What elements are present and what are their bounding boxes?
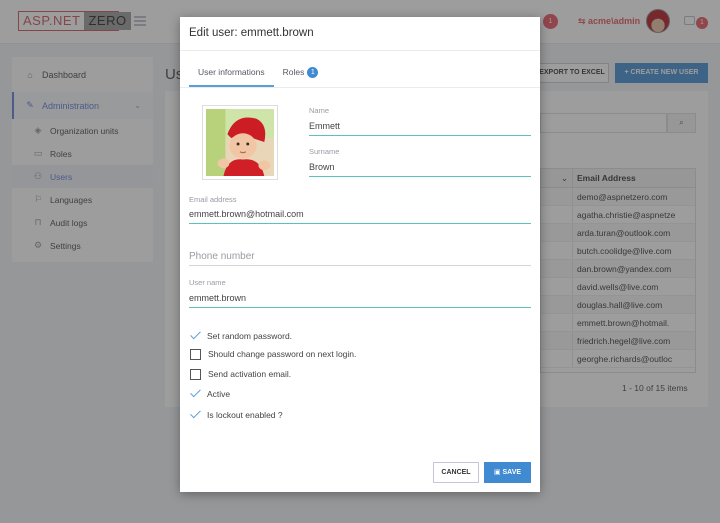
email-label: Email address bbox=[189, 195, 237, 204]
tab-user-informations[interactable]: User informations bbox=[189, 62, 274, 87]
save-label: SAVE bbox=[502, 469, 522, 476]
checkbox-label: Send activation email. bbox=[208, 369, 292, 379]
active-checkbox[interactable]: Active bbox=[189, 387, 230, 401]
checkbox-label: Should change password on next login. bbox=[208, 349, 357, 359]
tab-label: Roles bbox=[282, 67, 305, 77]
profile-picture[interactable] bbox=[202, 105, 278, 180]
set-random-password-checkbox[interactable]: Set random password. bbox=[189, 329, 292, 343]
cancel-button[interactable]: CANCEL bbox=[433, 462, 479, 483]
modal-tabs: User informations Roles 1 bbox=[189, 62, 327, 87]
checkmark-icon bbox=[189, 409, 203, 421]
checkmark-icon bbox=[189, 330, 203, 342]
username-field[interactable]: emmett.brown bbox=[189, 293, 531, 308]
phone-number-field[interactable]: Phone number bbox=[189, 251, 531, 266]
checkbox-label: Active bbox=[207, 389, 231, 399]
tab-roles[interactable]: Roles 1 bbox=[274, 62, 328, 87]
name-label: Name bbox=[309, 106, 330, 115]
checkbox-box bbox=[190, 368, 201, 380]
profile-photo-image bbox=[206, 109, 274, 176]
save-button[interactable]: ▣ SAVE bbox=[484, 462, 531, 483]
tabs-divider bbox=[180, 87, 540, 88]
surname-field[interactable]: Brown bbox=[309, 162, 531, 177]
roles-count-badge: 1 bbox=[307, 67, 319, 79]
username-label: User name bbox=[189, 278, 226, 287]
send-activation-email-checkbox[interactable]: Send activation email. bbox=[189, 367, 291, 381]
email-field[interactable]: emmett.brown@hotmail.com bbox=[189, 209, 531, 224]
checkmark-icon bbox=[189, 388, 203, 400]
tab-label: User informations bbox=[198, 67, 265, 77]
checkbox-box bbox=[190, 348, 201, 360]
name-field[interactable]: Emmett bbox=[309, 121, 531, 136]
lockout-enabled-checkbox[interactable]: Is lockout enabled ? bbox=[189, 408, 283, 422]
surname-label: Surname bbox=[309, 147, 340, 156]
modal-title: Edit user: emmett.brown bbox=[180, 17, 540, 51]
checkbox-label: Is lockout enabled ? bbox=[207, 410, 283, 420]
edit-user-modal: Edit user: emmett.brown User information… bbox=[180, 17, 540, 492]
checkbox-label: Set random password. bbox=[207, 331, 293, 341]
save-icon: ▣ bbox=[493, 469, 503, 476]
should-change-password-checkbox[interactable]: Should change password on next login. bbox=[189, 347, 356, 361]
